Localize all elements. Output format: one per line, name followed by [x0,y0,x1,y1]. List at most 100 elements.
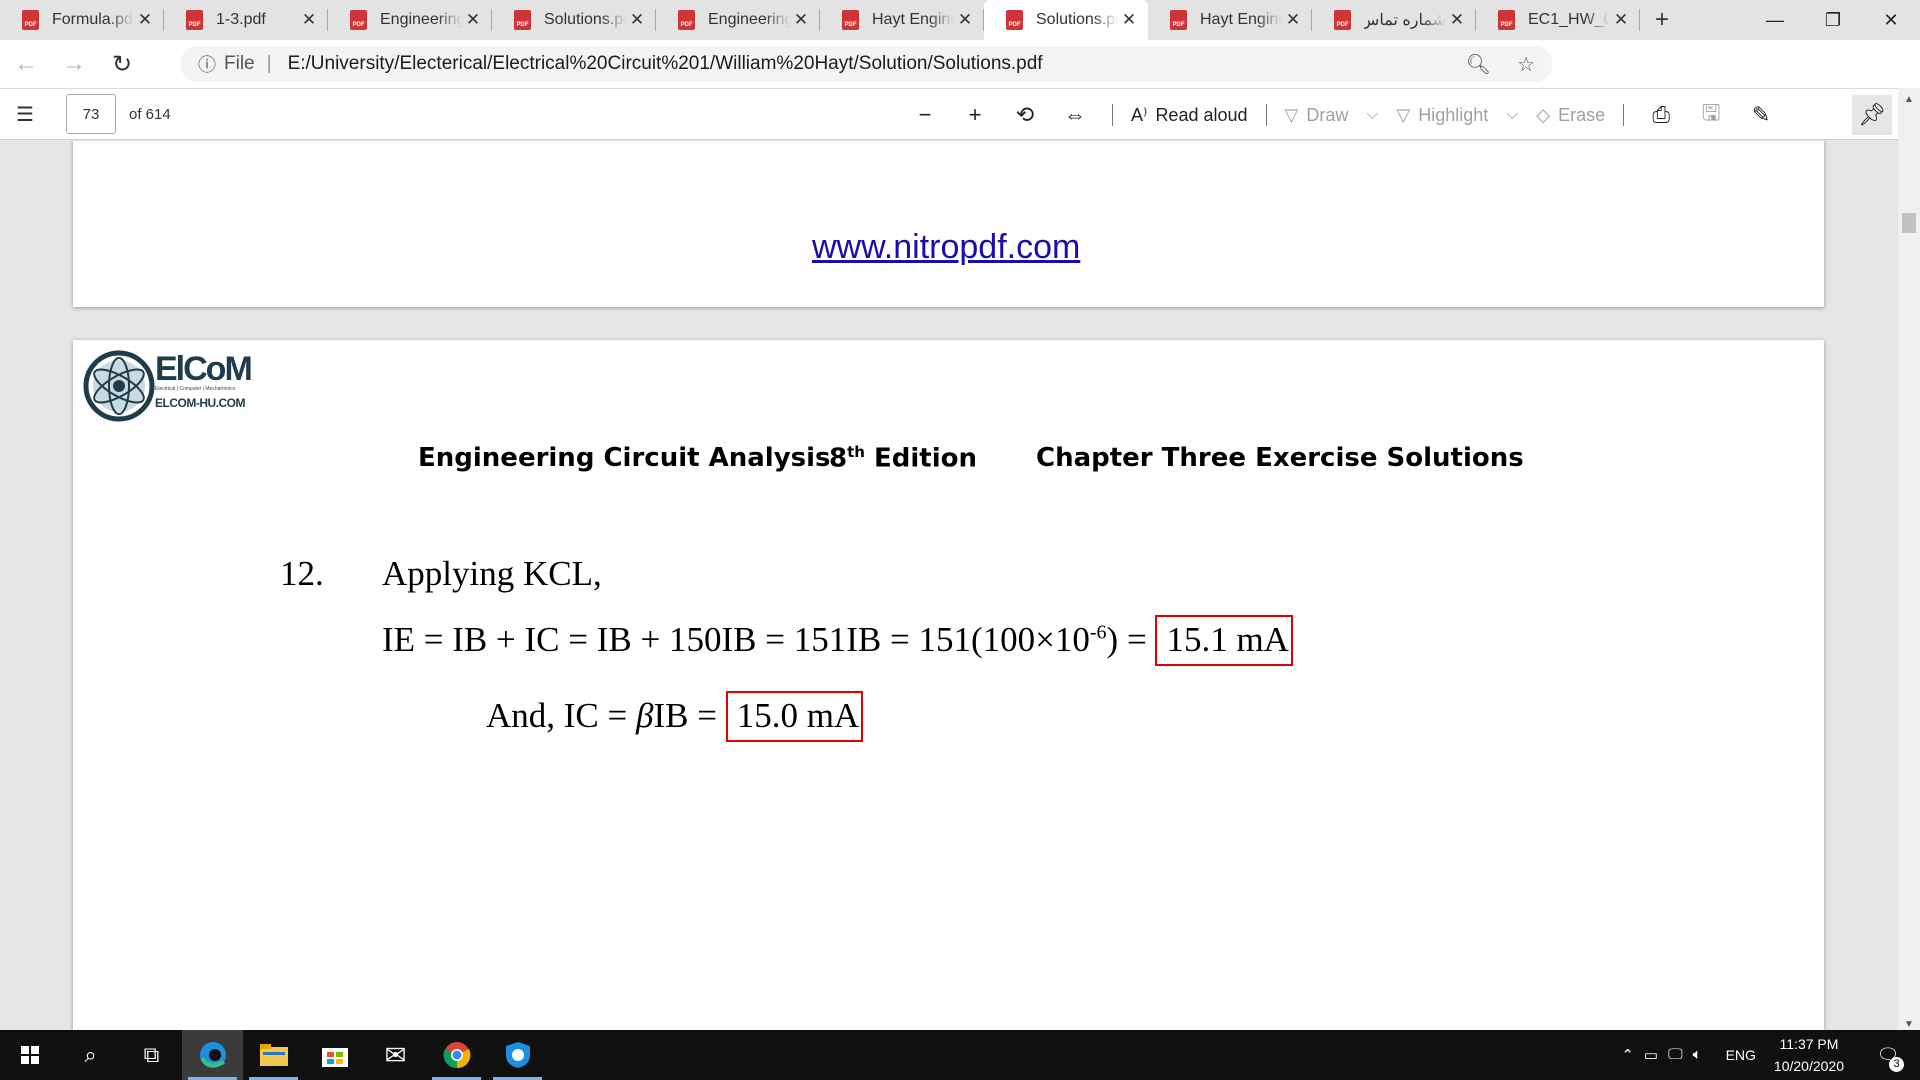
browser-tab[interactable]: PDF شماره تماس ✕ [1312,0,1476,40]
zoom-out-button[interactable]: − [900,95,950,135]
pdf-viewer[interactable]: www.nitropdf.com ElCoM Electrical | Comp… [0,141,1920,1030]
mail-button[interactable]: ✉ [365,1030,426,1080]
minus-icon: − [918,102,932,127]
task-view-icon: ⧉ [143,1042,160,1067]
close-tab-icon[interactable]: ✕ [1282,10,1304,30]
scheme-label: File [224,53,255,74]
app-taskbar-button[interactable] [487,1030,548,1080]
browser-tab[interactable]: PDF Hayt Engine ✕ [820,0,984,40]
pdf-icon: PDF [186,10,203,30]
close-tab-icon[interactable]: ✕ [1118,10,1140,30]
draw-icon: ▽ [1284,104,1299,125]
language-indicator[interactable]: ENG [1726,1047,1756,1063]
volume-icon[interactable]: 🔈︎ [1693,1046,1702,1064]
restore-button[interactable]: ❐ [1804,0,1862,40]
new-tab-button[interactable]: + [1640,0,1684,40]
browser-tab[interactable]: PDF Engineering ✕ [656,0,820,40]
equation-ic: And, IC = βIB = 15.0 mA [486,691,864,742]
plus-icon: + [968,102,982,127]
store-button[interactable] [304,1030,365,1080]
browser-tab[interactable]: PDF 1-3.pdf ✕ [164,0,328,40]
tab-label: Hayt Engine [872,11,954,28]
pin-toolbar-button[interactable]: 📌︎ [1852,95,1892,135]
back-button[interactable]: ← [4,44,48,84]
back-arrow-icon: ← [14,50,38,77]
toolbar-divider [1623,104,1625,126]
tab-label: Formula.pdf [52,11,134,28]
clock[interactable]: 11:37 PM 10/20/2020 [1774,1033,1844,1077]
draw-button[interactable]: ▽ Draw [1279,95,1355,135]
edition-label: 8th Edition [829,443,978,474]
close-tab-icon[interactable]: ✕ [626,10,648,30]
close-tab-icon[interactable]: ✕ [790,10,812,30]
file-explorer-button[interactable] [243,1030,304,1080]
pdf-icon: PDF [514,10,531,30]
fit-width-button[interactable]: ⇔ [1050,95,1100,135]
close-tab-icon[interactable]: ✕ [134,10,156,30]
favorite-star-icon[interactable]: ☆ [1517,52,1535,77]
search-button[interactable]: ⌕ [60,1030,121,1080]
save-button[interactable]: 🖫 [1686,95,1736,135]
highlight-button[interactable]: ▽ Highlight [1390,95,1494,135]
url-field[interactable]: ⓘ File | E:/University/Electerical/Elect… [180,46,1553,82]
url-text[interactable]: E:/University/Electerical/Electrical%20C… [288,53,1043,75]
scroll-down-icon[interactable]: ▼ [1898,1019,1920,1030]
browser-tab[interactable]: PDF Formula.pdf ✕ [0,0,164,40]
start-button[interactable] [0,1030,60,1080]
close-tab-icon[interactable]: ✕ [1610,10,1632,30]
close-tab-icon[interactable]: ✕ [1446,10,1468,30]
browser-tab-active[interactable]: PDF Solutions.pdf✕ [984,0,1148,40]
pdf-icon: PDF [1334,10,1351,30]
save-as-button[interactable]: ✎ [1736,95,1786,135]
highlight-label: Highlight [1418,104,1489,125]
network-icon[interactable]: 🖵︎ [1668,1046,1682,1064]
browser-tab[interactable]: PDF EC1_HW_03✕ [1476,0,1640,40]
close-tab-icon[interactable]: ✕ [298,10,320,30]
answer-box-ie: 15.1 mA [1155,615,1293,666]
shield-app-icon [505,1042,530,1068]
action-center-button[interactable]: 🗨︎ 3 [1870,1030,1906,1080]
windows-taskbar: ⌕ ⧉ ✉ ⌃ ▭ 🖵︎ 🔈︎ ENG 11:37 PM 10/20/2020 … [0,1030,1920,1080]
notification-count: 3 [1889,1057,1904,1072]
problem-intro: Applying KCL, [382,554,602,593]
draw-dropdown[interactable]: ⌵ [1354,95,1390,135]
tab-label: Engineering [380,11,462,28]
browser-tab[interactable]: PDF Solutions.pdf✕ [492,0,656,40]
highlight-dropdown[interactable]: ⌵ [1494,95,1530,135]
close-tab-icon[interactable]: ✕ [462,10,484,30]
zoom-icon[interactable]: 🔍︎ [1466,52,1491,77]
erase-label: Erase [1558,104,1606,125]
forward-button[interactable]: → [52,44,96,84]
rotate-button[interactable]: ⟲ [1000,95,1050,135]
logo-title: ElCoM [155,350,253,388]
fit-width-icon: ⇔ [1064,102,1086,127]
minimize-button[interactable]: — [1746,0,1804,40]
pdf-toolbar: ☰ of 614 − + ⟲ ⇔ A⁾ Read aloud ▽ Draw ⌵ ▽ H… [0,88,1920,140]
pdf-icon: PDF [1170,10,1187,30]
chrome-button[interactable] [426,1030,487,1080]
page-number-input[interactable] [66,94,116,134]
system-tray: ⌃ ▭ 🖵︎ 🔈︎ ENG 11:37 PM 10/20/2020 🗨︎ 3 [1621,1030,1920,1080]
close-window-button[interactable]: ✕ [1862,0,1920,40]
battery-icon[interactable]: ▭ [1644,1046,1658,1064]
chevron-up-icon[interactable]: ⌃ [1621,1046,1634,1064]
tab-strip: PDF Formula.pdf ✕ PDF 1-3.pdf ✕ PDF Engineeri… [0,0,1920,40]
task-view-button[interactable]: ⧉ [121,1030,182,1080]
scroll-up-icon[interactable]: ▲ [1898,94,1920,105]
browser-tab[interactable]: PDF Hayt Engine ✕ [1148,0,1312,40]
refresh-button[interactable]: ↻ [100,44,144,84]
watermark-link[interactable]: www.nitropdf.com [812,228,1080,267]
vertical-scrollbar[interactable]: ▲ ▼ [1898,88,1920,1030]
edge-taskbar-button[interactable] [182,1030,243,1080]
browser-tab[interactable]: PDF Engineering ✕ [328,0,492,40]
read-aloud-button[interactable]: A⁾ Read aloud [1125,95,1254,135]
zoom-in-button[interactable]: + [950,95,1000,135]
print-button[interactable]: ⎙ [1636,95,1686,135]
table-of-contents-icon[interactable]: ☰ [16,102,46,127]
problem-number: 12. [280,554,324,593]
toolbar-divider [1112,104,1113,126]
scroll-thumb[interactable] [1902,213,1916,233]
erase-button[interactable]: ◇ Erase [1530,95,1611,135]
close-tab-icon[interactable]: ✕ [954,10,976,30]
info-icon[interactable]: ⓘ [198,51,216,77]
